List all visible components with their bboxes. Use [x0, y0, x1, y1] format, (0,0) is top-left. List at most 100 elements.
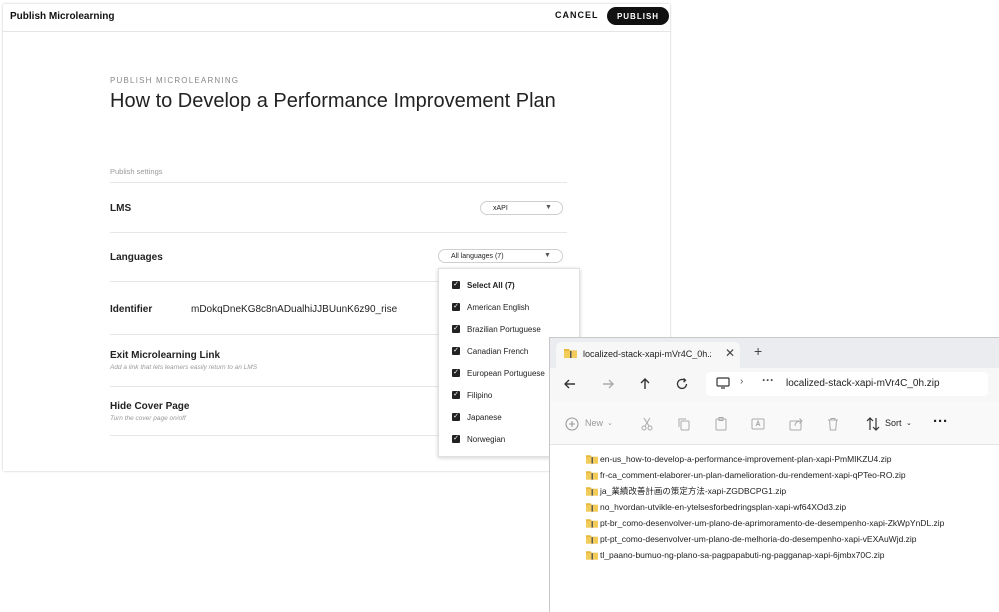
option-select-all[interactable]: ✓ Select All (7) [452, 278, 515, 292]
checkbox-checked-icon[interactable]: ✓ [452, 281, 460, 289]
divider [110, 182, 567, 183]
exit-link-label: Exit Microlearning Link [110, 350, 221, 361]
page-eyebrow: PUBLISH MICROLEARNING [110, 76, 240, 85]
chevron-down-icon: ▼ [545, 204, 552, 211]
list-item[interactable]: ja_業績改善計画の策定方法-xapi-ZGDBCPG1.zip [586, 484, 786, 498]
forward-arrow-icon[interactable] [600, 376, 616, 392]
back-arrow-icon[interactable] [562, 376, 578, 392]
publish-header: Publish Microlearning CANCEL PUBLISH [3, 4, 670, 32]
option-label: Norwegian [467, 434, 506, 444]
zip-folder-icon [586, 503, 598, 512]
page-title: How to Develop a Performance Improvement… [110, 90, 556, 112]
cut-icon[interactable] [639, 416, 655, 432]
file-name: fr-ca_comment-elaborer-un-plan-dameliora… [600, 470, 906, 480]
zip-folder-icon [586, 471, 598, 480]
exit-link-hint: Add a link that lets learners easily ret… [110, 364, 258, 371]
list-item[interactable]: fr-ca_comment-elaborer-un-plan-dameliora… [586, 468, 906, 482]
option-norwegian[interactable]: ✓ Norwegian [452, 432, 505, 446]
new-tab-icon[interactable]: + [754, 343, 762, 359]
zip-folder-icon [586, 535, 598, 544]
file-name: pt-br_como-desenvolver-um-plano-de-aprim… [600, 518, 945, 528]
chevron-down-icon: ⌄ [607, 420, 613, 427]
chevron-down-icon: ▼ [544, 252, 551, 259]
file-name: en-us_how-to-develop-a-performance-impro… [600, 454, 892, 464]
more-path-icon[interactable]: ··· [762, 373, 774, 387]
zip-folder-icon [564, 349, 577, 358]
lms-select[interactable]: xAPI ▼ [480, 201, 563, 215]
list-item[interactable]: en-us_how-to-develop-a-performance-impro… [586, 452, 891, 466]
lms-select-value: xAPI [493, 204, 508, 212]
option-brazilian-portuguese[interactable]: ✓ Brazilian Portuguese [452, 322, 541, 336]
zip-folder-icon [586, 455, 598, 464]
option-canadian-french[interactable]: ✓ Canadian French [452, 344, 528, 358]
checkbox-checked-icon[interactable]: ✓ [452, 435, 460, 443]
option-label: European Portuguese [467, 368, 545, 378]
file-explorer-window: localized-stack-xapi-mVr4C_0h.zip ✕ + › … [549, 337, 999, 612]
copy-icon[interactable] [676, 416, 692, 432]
option-label: Brazilian Portuguese [467, 324, 541, 334]
file-name: no_hvordan-utvikle-en-ytelsesforbedrings… [600, 502, 847, 512]
publish-button[interactable]: PUBLISH [607, 7, 669, 25]
hide-cover-hint: Turn the cover page on/off [110, 415, 186, 422]
new-button-label[interactable]: New [585, 418, 603, 428]
new-icon[interactable] [564, 416, 580, 432]
list-item[interactable]: no_hvordan-utvikle-en-ytelsesforbedrings… [586, 500, 846, 514]
lms-label: LMS [110, 203, 132, 214]
section-label: Publish settings [110, 167, 163, 176]
zip-folder-icon [586, 487, 598, 496]
navigation-bar: › ··· localized-stack-xapi-mVr4C_0h.zip [550, 368, 999, 402]
computer-icon [716, 377, 730, 389]
sort-button-label[interactable]: Sort [885, 418, 902, 428]
address-path: localized-stack-xapi-mVr4C_0h.zip [786, 378, 940, 389]
tab-title: localized-stack-xapi-mVr4C_0h.zip [583, 349, 711, 359]
checkbox-checked-icon[interactable]: ✓ [452, 325, 460, 333]
list-item[interactable]: pt-pt_como-desenvolver-um-plano-de-melho… [586, 532, 917, 546]
zip-folder-icon [586, 551, 598, 560]
paste-icon[interactable] [713, 416, 729, 432]
option-european-portuguese[interactable]: ✓ European Portuguese [452, 366, 545, 380]
list-item[interactable]: tl_paano-bumuo-ng-plano-sa-pagpapabuti-n… [586, 548, 884, 562]
option-japanese[interactable]: ✓ Japanese [452, 410, 502, 424]
languages-label: Languages [110, 252, 163, 263]
option-american-english[interactable]: ✓ American English [452, 300, 529, 314]
share-icon[interactable] [788, 416, 804, 432]
checkbox-checked-icon[interactable]: ✓ [452, 391, 460, 399]
divider [110, 232, 567, 233]
cancel-button[interactable]: CANCEL [555, 10, 599, 20]
file-name: tl_paano-bumuo-ng-plano-sa-pagpapabuti-n… [600, 550, 885, 560]
chevron-right-icon: › [740, 376, 744, 387]
option-filipino[interactable]: ✓ Filipino [452, 388, 492, 402]
checkbox-checked-icon[interactable]: ✓ [452, 369, 460, 377]
languages-select-value: All languages (7) [451, 252, 504, 260]
checkbox-checked-icon[interactable]: ✓ [452, 303, 460, 311]
option-label: American English [467, 302, 530, 312]
address-bar[interactable]: › ··· localized-stack-xapi-mVr4C_0h.zip [706, 372, 988, 396]
command-bar: New ⌄ Sort ⌄ ··· [550, 402, 999, 445]
tab-zip-folder[interactable]: localized-stack-xapi-mVr4C_0h.zip ✕ [556, 342, 740, 368]
list-item[interactable]: pt-br_como-desenvolver-um-plano-de-aprim… [586, 516, 944, 530]
option-label: Select All (7) [467, 280, 515, 290]
option-label: Japanese [467, 412, 502, 422]
checkbox-checked-icon[interactable]: ✓ [452, 413, 460, 421]
checkbox-checked-icon[interactable]: ✓ [452, 347, 460, 355]
languages-select[interactable]: All languages (7) ▼ [438, 249, 563, 263]
more-options-icon[interactable]: ··· [933, 413, 948, 430]
tab-bar: localized-stack-xapi-mVr4C_0h.zip ✕ + [550, 338, 999, 368]
close-icon[interactable]: ✕ [725, 346, 735, 360]
zip-folder-icon [586, 519, 598, 528]
file-name: ja_業績改善計画の策定方法-xapi-ZGDBCPG1.zip [600, 486, 787, 496]
up-arrow-icon[interactable] [637, 376, 653, 392]
option-label: Canadian French [467, 346, 529, 356]
file-list: en-us_how-to-develop-a-performance-impro… [550, 445, 999, 605]
chevron-down-icon: ⌄ [906, 420, 912, 427]
option-label: Filipino [467, 390, 493, 400]
rename-icon[interactable] [750, 416, 766, 432]
refresh-icon[interactable] [674, 376, 690, 392]
file-name: pt-pt_como-desenvolver-um-plano-de-melho… [600, 534, 917, 544]
window-title: Publish Microlearning [10, 11, 115, 22]
hide-cover-label: Hide Cover Page [110, 401, 190, 412]
identifier-value: mDokqDneKG8c8nADualhiJJBUunK6z90_rise [191, 304, 398, 315]
identifier-label: Identifier [110, 304, 153, 315]
delete-icon[interactable] [825, 416, 841, 432]
sort-icon[interactable] [865, 416, 881, 432]
